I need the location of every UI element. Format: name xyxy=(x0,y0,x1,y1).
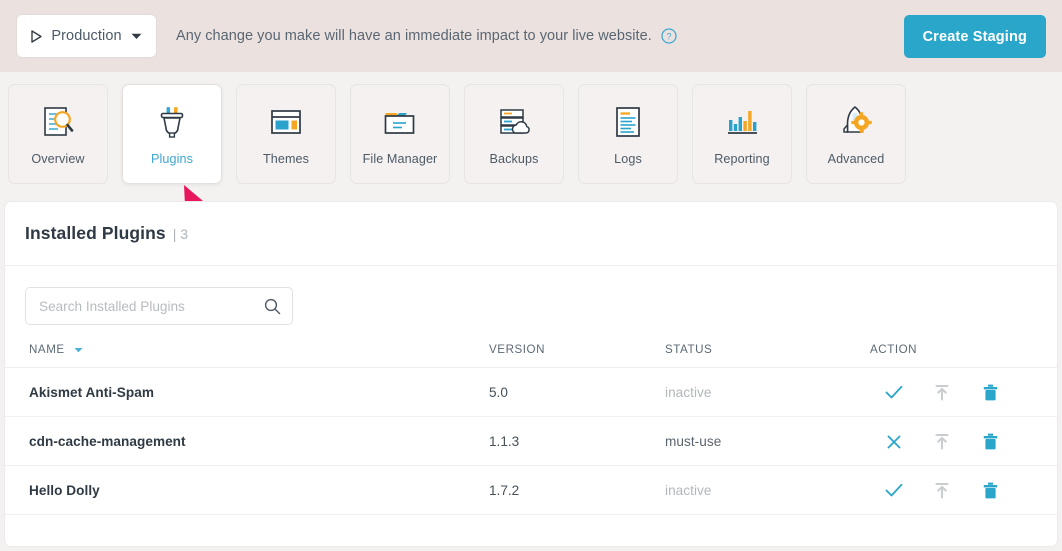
environment-banner: Production Any change you make will have… xyxy=(0,0,1062,72)
panel-header: Installed Plugins | 3 xyxy=(5,202,1057,266)
server-cloud-icon xyxy=(492,103,536,143)
section-tabs: Overview Plugins Themes File Manager Bac… xyxy=(0,84,1062,186)
column-header-version[interactable]: VERSION xyxy=(489,325,665,369)
tab-backups-label: Backups xyxy=(489,151,539,166)
tab-logs[interactable]: Logs xyxy=(578,84,678,184)
question-circle-icon[interactable]: ? xyxy=(661,28,677,44)
search-input[interactable] xyxy=(39,298,264,314)
plugin-version: 1.1.3 xyxy=(489,416,665,467)
plugin-actions xyxy=(870,465,1057,516)
tab-backups[interactable]: Backups xyxy=(464,84,564,184)
column-header-name-label: NAME xyxy=(29,343,65,356)
chevron-down-icon xyxy=(131,33,142,40)
update-upload-icon xyxy=(918,433,966,450)
table-row: Hello Dolly 1.7.2 inactive xyxy=(5,465,1057,516)
table-row: Akismet Anti-Spam 5.0 inactive xyxy=(5,367,1057,418)
plugin-status: inactive xyxy=(665,367,870,418)
update-upload-icon xyxy=(918,482,966,499)
plug-icon xyxy=(150,103,194,143)
plugin-status: inactive xyxy=(665,465,870,516)
document-magnifier-icon xyxy=(36,103,80,143)
page-title: Installed Plugins xyxy=(25,223,166,243)
environment-note: Any change you make will have an immedia… xyxy=(176,28,677,44)
plugin-count: | 3 xyxy=(172,225,189,242)
tab-file-manager-label: File Manager xyxy=(362,151,438,166)
plugin-status: must-use xyxy=(665,416,870,467)
column-header-status[interactable]: STATUS xyxy=(665,325,870,369)
plugin-actions xyxy=(870,416,1057,467)
tab-overview-label: Overview xyxy=(31,151,85,166)
close-x-icon[interactable] xyxy=(870,434,918,450)
column-header-action: ACTION xyxy=(870,325,1057,369)
search-field[interactable] xyxy=(25,287,293,325)
tab-overview[interactable]: Overview xyxy=(8,84,108,184)
svg-text:?: ? xyxy=(666,32,671,42)
tab-advanced[interactable]: Advanced xyxy=(806,84,906,184)
environment-note-text: Any change you make will have an immedia… xyxy=(176,28,652,44)
tab-plugins-label: Plugins xyxy=(150,151,193,166)
tab-advanced-label: Advanced xyxy=(827,151,885,166)
trash-icon[interactable] xyxy=(966,433,1014,450)
document-lines-icon xyxy=(606,103,650,143)
installed-plugins-panel: Installed Plugins | 3 NAME VERSION STATU… xyxy=(4,201,1058,547)
column-header-name[interactable]: NAME xyxy=(5,325,489,369)
play-triangle-icon xyxy=(31,29,43,43)
update-upload-icon xyxy=(918,384,966,401)
tab-themes-label: Themes xyxy=(262,151,310,166)
rocket-gear-icon xyxy=(834,103,878,143)
tab-reporting-label: Reporting xyxy=(714,151,770,166)
plugin-name: cdn-cache-management xyxy=(5,416,489,467)
sort-caret-down-icon[interactable] xyxy=(74,343,83,356)
plugin-version: 1.7.2 xyxy=(489,465,665,516)
table-row: cdn-cache-management 1.1.3 must-use xyxy=(5,416,1057,467)
tab-plugins[interactable]: Plugins xyxy=(122,84,222,184)
environment-label: Production xyxy=(51,28,122,44)
layout-window-icon xyxy=(264,103,308,143)
tab-themes[interactable]: Themes xyxy=(236,84,336,184)
create-staging-button[interactable]: Create Staging xyxy=(903,15,1046,58)
tab-reporting[interactable]: Reporting xyxy=(692,84,792,184)
folder-icon xyxy=(378,103,422,143)
check-icon[interactable] xyxy=(870,483,918,498)
plugin-name: Hello Dolly xyxy=(5,465,489,516)
tab-file-manager[interactable]: File Manager xyxy=(350,84,450,184)
bar-chart-icon xyxy=(720,103,764,143)
plugins-table: NAME VERSION STATUS ACTION Akismet Anti-… xyxy=(5,325,1057,516)
tab-logs-label: Logs xyxy=(614,151,642,166)
environment-selector[interactable]: Production xyxy=(16,14,157,58)
table-header-row: NAME VERSION STATUS ACTION xyxy=(5,325,1057,369)
search-icon[interactable] xyxy=(264,298,281,315)
plugin-version: 5.0 xyxy=(489,367,665,418)
trash-icon[interactable] xyxy=(966,384,1014,401)
plugin-actions xyxy=(870,367,1057,418)
trash-icon[interactable] xyxy=(966,482,1014,499)
check-icon[interactable] xyxy=(870,385,918,400)
plugin-name: Akismet Anti-Spam xyxy=(5,367,489,418)
